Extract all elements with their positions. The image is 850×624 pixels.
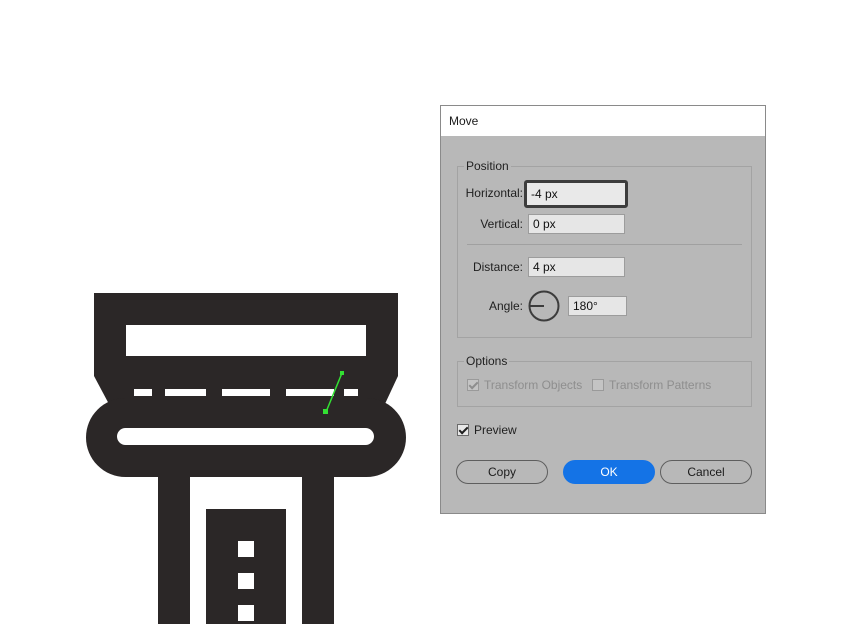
cancel-button[interactable]: Cancel — [660, 460, 752, 484]
options-legend: Options — [464, 354, 510, 368]
transform-patterns-option[interactable]: Transform Patterns — [592, 378, 711, 392]
tower-dash — [134, 389, 152, 396]
tower-dash — [222, 389, 270, 396]
tower-right-leg[interactable] — [302, 477, 334, 624]
preview-label: Preview — [474, 423, 517, 437]
move-dialog: Move Position Horizontal: Vertical: Dist… — [440, 105, 766, 514]
horizontal-label: Horizontal: — [465, 186, 523, 200]
distance-input[interactable] — [528, 257, 625, 277]
transform-patterns-label: Transform Patterns — [609, 378, 712, 392]
transform-objects-label: Transform Objects — [484, 378, 583, 392]
transform-patterns-checkbox[interactable] — [592, 379, 604, 391]
vertical-label: Vertical: — [480, 217, 523, 231]
tower-shaft-light — [238, 541, 254, 557]
copy-button[interactable]: Copy — [456, 460, 548, 484]
distance-label: Distance: — [472, 260, 523, 274]
tower-dash — [344, 389, 358, 396]
tower-cabin-window — [126, 325, 366, 356]
tower-left-leg[interactable] — [158, 477, 190, 624]
horizontal-input[interactable] — [524, 180, 628, 208]
ok-button[interactable]: OK — [563, 460, 655, 484]
anchor-point[interactable] — [340, 371, 344, 375]
transform-objects-checkbox[interactable] — [467, 379, 479, 391]
tower-shaft-light — [238, 605, 254, 621]
dialog-titlebar[interactable]: Move — [441, 106, 765, 136]
angle-dial-icon[interactable] — [528, 290, 560, 322]
angle-label: Angle: — [488, 299, 523, 313]
preview-option[interactable]: Preview — [457, 423, 517, 437]
position-legend: Position — [464, 159, 511, 173]
vertical-input[interactable] — [528, 214, 625, 234]
tower-shaft-light — [238, 573, 254, 589]
anchor-point[interactable] — [323, 409, 328, 414]
dialog-title: Move — [449, 114, 479, 128]
angle-input[interactable] — [568, 296, 627, 316]
tower-dash — [286, 389, 334, 396]
position-separator — [467, 244, 742, 245]
tower-deck-slit — [117, 428, 374, 445]
tower-dash — [165, 389, 206, 396]
transform-objects-option[interactable]: Transform Objects — [467, 378, 582, 392]
preview-checkbox[interactable] — [457, 424, 469, 436]
